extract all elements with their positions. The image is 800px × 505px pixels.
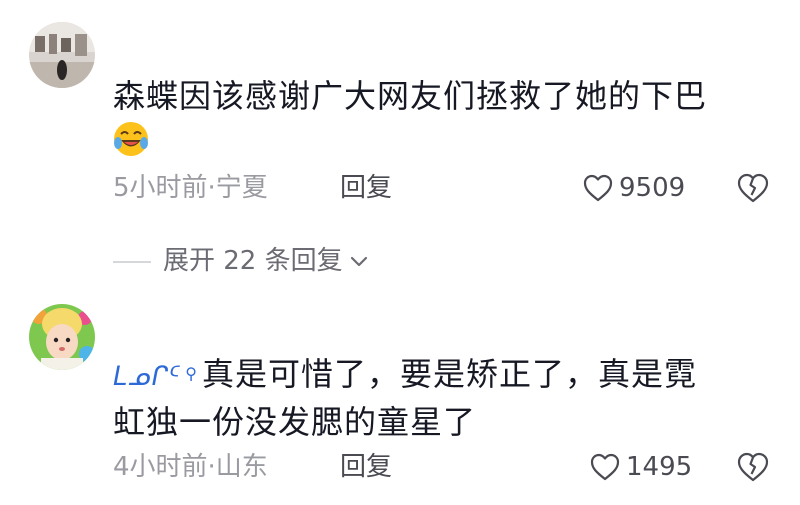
like-button-2[interactable]: 1495 <box>590 451 692 483</box>
like-count-2: 1495 <box>626 452 693 482</box>
username-2[interactable]: ᒪᓄᒋᑦ <box>113 355 181 399</box>
chevron-down-icon <box>350 256 367 267</box>
comment-list: 森蝶因该感谢广大网友们拯救了她的下巴 5小时前·宁夏 回复 9509 展开 22… <box>0 0 800 505</box>
comment-text-2-line1: ᒪᓄᒋᑦ ⚲ 真是可惜了，要是矫正了，真是霓 <box>113 352 697 399</box>
user-avatar-2[interactable] <box>29 304 95 370</box>
comment-timestamp-1: 5小时前·宁夏 <box>113 173 268 203</box>
expand-divider <box>113 261 151 263</box>
broken-heart-icon[interactable] <box>737 452 769 482</box>
user-avatar-1[interactable] <box>29 22 95 88</box>
laughing-crying-emoji-icon <box>114 122 148 156</box>
like-button-1[interactable]: 9509 <box>583 172 685 204</box>
comment-text-1: 森蝶因该感谢广大网友们拯救了她的下巴 <box>113 77 708 115</box>
expand-replies-button[interactable]: 展开 22 条回复 <box>163 245 369 277</box>
heart-icon <box>590 453 620 481</box>
expand-replies-label: 展开 22 条回复 <box>163 246 343 276</box>
comment-text-2-line2: 虹独一份没发腮的童星了 <box>113 403 477 441</box>
heart-icon <box>583 174 613 202</box>
reply-button-1[interactable]: 回复 <box>340 172 392 204</box>
search-icon[interactable]: ⚲ <box>185 352 198 396</box>
comment-text-2-body-1: 真是可惜了，要是矫正了，真是霓 <box>201 355 697 393</box>
reply-button-2[interactable]: 回复 <box>340 451 392 483</box>
comment-timestamp-2: 4小时前·山东 <box>113 452 268 482</box>
like-count-1: 9509 <box>619 173 686 203</box>
broken-heart-icon[interactable] <box>737 173 769 203</box>
